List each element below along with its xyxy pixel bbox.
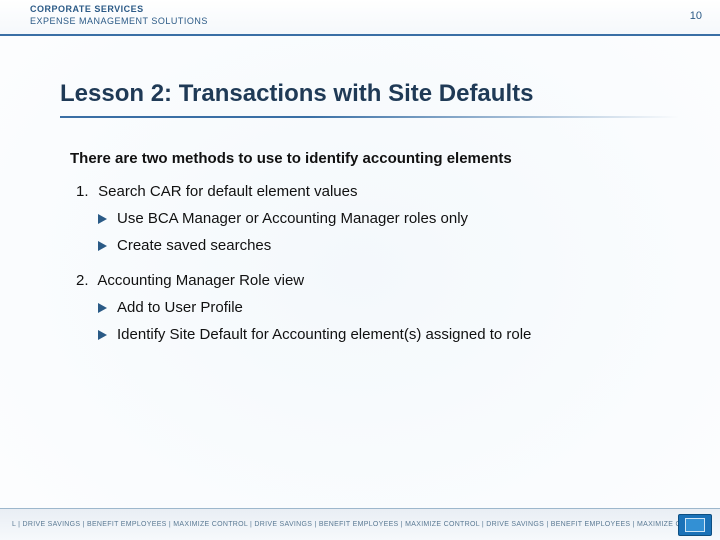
item-text: Accounting Manager Role view [97, 272, 304, 289]
sub-item-text: Add to User Profile [117, 299, 243, 316]
slide-title: Lesson 2: Transactions with Site Default… [60, 80, 680, 116]
arrow-icon [98, 330, 107, 340]
brand-block: CORPORATE SERVICES EXPENSE MANAGEMENT SO… [30, 4, 208, 27]
sub-item: Add to User Profile [98, 299, 670, 316]
item-number: 1. [76, 183, 94, 200]
intro-text: There are two methods to use to identify… [70, 150, 670, 167]
page-number: 10 [690, 4, 702, 22]
item-number: 2. [76, 272, 94, 289]
list-item: 1. Search CAR for default element values [76, 183, 670, 200]
sub-item: Identify Site Default for Accounting ele… [98, 326, 670, 343]
content-area: There are two methods to use to identify… [70, 150, 670, 345]
brand-line-2: EXPENSE MANAGEMENT SOLUTIONS [30, 16, 208, 28]
amex-logo-icon [678, 514, 712, 536]
title-underline [60, 116, 680, 118]
sub-item-text: Create saved searches [117, 237, 271, 254]
sub-item: Use BCA Manager or Accounting Manager ro… [98, 210, 670, 227]
sub-item-text: Use BCA Manager or Accounting Manager ro… [117, 210, 468, 227]
brand-line-1: CORPORATE SERVICES [30, 4, 208, 16]
sub-item: Create saved searches [98, 237, 670, 254]
footer-tagline: L | DRIVE SAVINGS | BENEFIT EMPLOYEES | … [12, 521, 678, 528]
arrow-icon [98, 241, 107, 251]
footer-ribbon: L | DRIVE SAVINGS | BENEFIT EMPLOYEES | … [0, 508, 720, 540]
slide: CORPORATE SERVICES EXPENSE MANAGEMENT SO… [0, 0, 720, 540]
arrow-icon [98, 303, 107, 313]
amex-inner-icon [685, 518, 705, 532]
arrow-icon [98, 214, 107, 224]
list-item: 2. Accounting Manager Role view [76, 272, 670, 289]
title-block: Lesson 2: Transactions with Site Default… [60, 80, 680, 118]
sub-item-text: Identify Site Default for Accounting ele… [117, 326, 531, 343]
item-text: Search CAR for default element values [98, 183, 357, 200]
top-bar: CORPORATE SERVICES EXPENSE MANAGEMENT SO… [0, 0, 720, 36]
